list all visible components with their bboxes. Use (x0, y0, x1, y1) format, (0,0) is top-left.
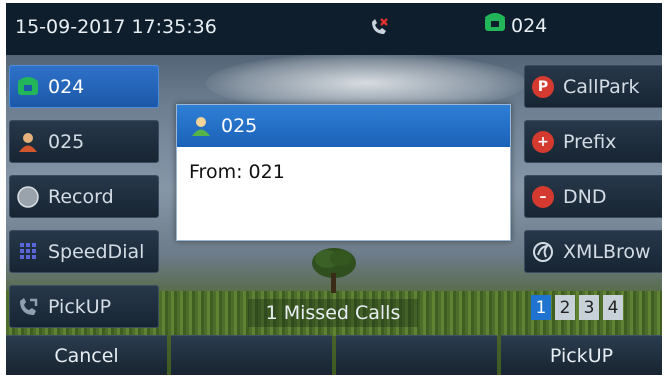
incoming-call-popup: 025 From: 021 (176, 104, 511, 241)
page-2[interactable]: 2 (555, 295, 575, 320)
phone-screen: 15-09-2017 17:35:36 024 024 025 Record S… (6, 3, 662, 375)
dnd-label: DND (563, 185, 607, 208)
page-3[interactable]: 3 (579, 295, 599, 320)
prefix-label: Prefix (563, 130, 617, 153)
page-1[interactable]: 1 (531, 295, 551, 320)
line-key-label: 025 (48, 130, 85, 153)
record-icon (16, 185, 40, 209)
line-key-025[interactable]: 025 (9, 120, 159, 163)
record-key[interactable]: Record (9, 175, 159, 218)
speeddial-label: SpeedDial (48, 240, 145, 263)
plus-icon: + (531, 130, 555, 154)
cancel-softkey[interactable]: Cancel (6, 335, 167, 375)
status-bar: 15-09-2017 17:35:36 024 (6, 3, 662, 55)
callpark-key[interactable]: P CallPark (524, 65, 662, 108)
callpark-label: CallPark (563, 75, 640, 98)
prefix-key[interactable]: + Prefix (524, 120, 662, 163)
datetime: 15-09-2017 17:35:36 (15, 16, 217, 38)
pickup-softkey[interactable]: PickUP (501, 335, 662, 375)
pickup-label: PickUP (48, 295, 112, 318)
popup-header: 025 (177, 105, 510, 147)
globe-icon (531, 240, 555, 264)
xmlbrowser-key[interactable]: XMLBrow (524, 230, 662, 273)
phone-icon (483, 13, 507, 38)
pickup-icon (16, 295, 40, 319)
dnd-key[interactable]: – DND (524, 175, 662, 218)
line-key-label: 024 (48, 75, 85, 98)
page-indicator: 1 2 3 4 (531, 295, 623, 320)
page-4[interactable]: 4 (603, 295, 623, 320)
keypad-icon (16, 240, 40, 264)
contact-icon (189, 114, 213, 138)
account-label: 024 (511, 14, 548, 37)
missed-calls-notice[interactable]: 1 Missed Calls (248, 299, 418, 327)
popup-title: 025 (221, 115, 258, 137)
xmlbrowser-label: XMLBrow (563, 240, 651, 263)
softkey-bar: Cancel PickUP (6, 335, 662, 375)
phone-icon (16, 75, 40, 99)
softkey-2[interactable] (171, 335, 332, 375)
line-key-024[interactable]: 024 (9, 65, 159, 108)
popup-message: From: 021 (189, 161, 285, 183)
tree-icon (312, 248, 356, 293)
speeddial-key[interactable]: SpeedDial (9, 230, 159, 273)
pickup-key[interactable]: PickUP (9, 285, 159, 328)
account-status: 024 (483, 13, 547, 38)
softkey-3[interactable] (336, 335, 497, 375)
callpark-icon: P (531, 75, 555, 99)
missed-call-icon (368, 16, 390, 42)
dnd-icon: – (531, 185, 555, 209)
contact-icon (16, 130, 40, 154)
record-label: Record (48, 185, 114, 208)
